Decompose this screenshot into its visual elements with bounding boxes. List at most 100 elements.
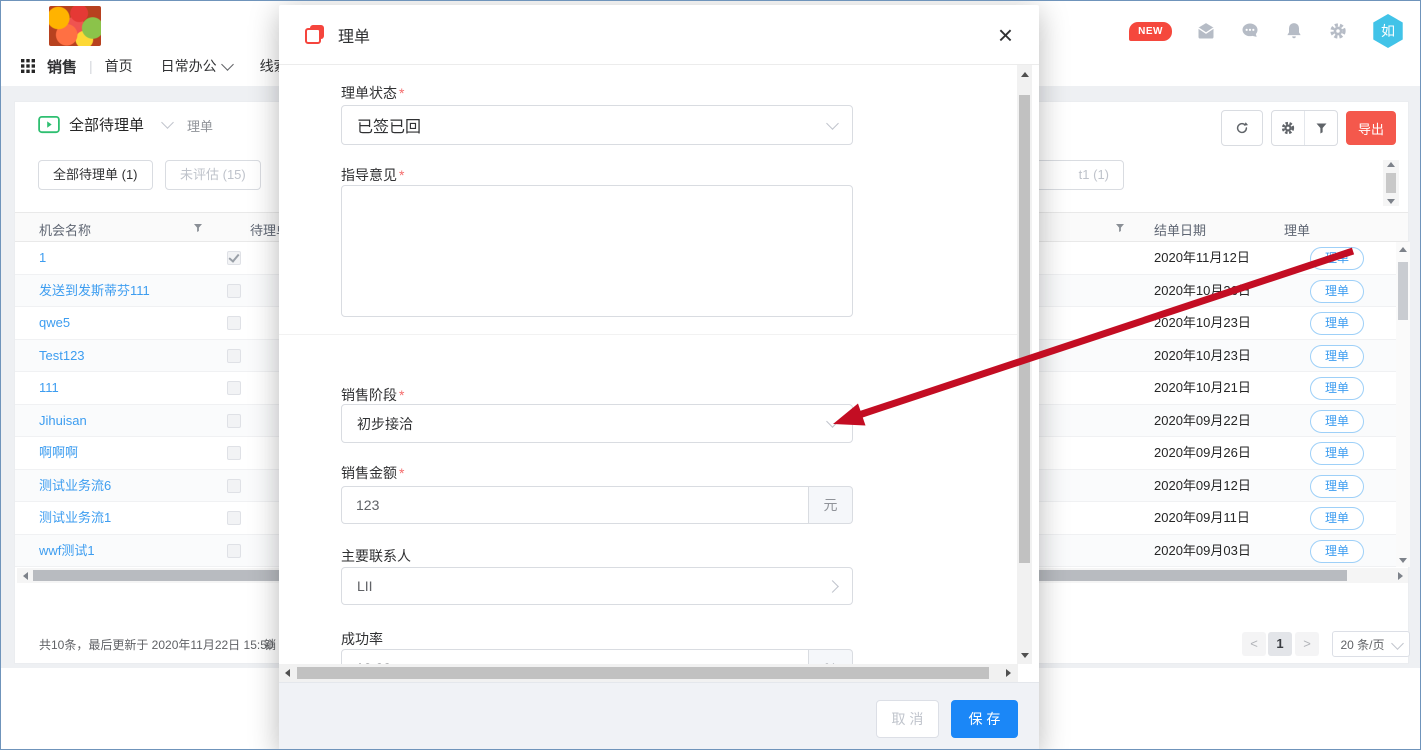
scrollbar-thumb[interactable] (1398, 262, 1408, 320)
opportunity-name-link[interactable]: 测试业务流1 (39, 502, 111, 533)
liduan-action-button[interactable]: 理单 (1310, 475, 1364, 498)
close-icon[interactable]: × (998, 25, 1013, 45)
page-size-select[interactable]: 20 条/页 (1332, 631, 1410, 657)
liduan-action-button[interactable]: 理单 (1310, 540, 1364, 563)
page-current[interactable]: 1 (1268, 632, 1292, 656)
opportunity-name-link[interactable]: 测试业务流6 (39, 470, 111, 501)
liduan-action-button[interactable]: 理单 (1310, 247, 1364, 270)
pending-checkbox[interactable] (227, 251, 241, 265)
column-header-action[interactable]: 理单 (1284, 220, 1310, 239)
page-prev-button[interactable]: < (1242, 632, 1266, 656)
scroll-right-icon[interactable] (1398, 572, 1403, 580)
view-title[interactable]: 全部待理单 (69, 114, 144, 135)
opportunity-name-link[interactable]: wwf测试1 (39, 535, 95, 566)
date-filter-funnel-icon[interactable] (1114, 222, 1126, 234)
close-date-cell: 2020年09月22日 (1154, 405, 1251, 436)
liduan-action-button[interactable]: 理单 (1310, 345, 1364, 368)
nav-item-daily-work[interactable]: 日常办公 (161, 56, 232, 76)
pending-checkbox[interactable] (227, 381, 241, 395)
pending-checkbox[interactable] (227, 511, 241, 525)
liduan-action-button[interactable]: 理单 (1310, 410, 1364, 433)
status-select[interactable]: 已签已回 (341, 105, 853, 145)
scroll-left-icon[interactable] (23, 572, 28, 580)
chat-icon[interactable] (1240, 21, 1260, 41)
filter-funnel-icon (1314, 121, 1329, 136)
view-tag-label: 理单 (187, 116, 213, 135)
success-rate-clip: % (279, 649, 1018, 664)
view-chevron-down-icon[interactable] (161, 116, 174, 129)
modal-horizontal-scrollbar[interactable] (279, 664, 1018, 682)
modal-title-icon (305, 25, 324, 44)
guidance-textarea[interactable] (341, 185, 853, 317)
filter-button[interactable] (1304, 111, 1337, 145)
amount-unit-addon: 元 (809, 486, 853, 524)
refresh-button[interactable] (1221, 110, 1263, 146)
export-button[interactable]: 导出 (1346, 111, 1396, 145)
tab-unevaluated[interactable]: 未评估 (15) (165, 160, 261, 190)
scroll-down-icon[interactable] (1387, 199, 1395, 204)
opportunity-name-link[interactable]: 1 (39, 242, 46, 273)
bell-icon[interactable] (1284, 21, 1304, 41)
opportunity-name-link[interactable]: Jihuisan (39, 405, 87, 436)
liduan-action-button[interactable]: 理单 (1310, 442, 1364, 465)
liduan-action-button[interactable]: 理单 (1310, 377, 1364, 400)
pending-checkbox[interactable] (227, 349, 241, 363)
refresh-icon (1234, 120, 1250, 136)
opportunity-name-link[interactable]: 111 (39, 372, 59, 403)
app-logo[interactable] (49, 6, 101, 46)
page-next-button[interactable]: > (1295, 632, 1319, 656)
modal-vertical-scrollbar[interactable] (1017, 65, 1032, 664)
scroll-up-icon[interactable] (1021, 72, 1029, 77)
gear-icon[interactable] (1328, 21, 1348, 41)
opportunity-name-link[interactable]: 啊啊啊 (39, 437, 78, 468)
liduan-action-button[interactable]: 理单 (1310, 312, 1364, 335)
tabs-scrollbar[interactable] (1383, 160, 1399, 206)
liduan-action-button[interactable]: 理单 (1310, 507, 1364, 530)
field-label-contact: 主要联系人 (341, 546, 411, 566)
scrollbar-thumb[interactable] (1019, 95, 1030, 563)
tab-all-pending[interactable]: 全部待理单 (1) (38, 160, 153, 190)
save-button[interactable]: 保 存 (951, 700, 1018, 738)
opportunity-name-link[interactable]: qwe5 (39, 307, 70, 338)
column-header-name[interactable]: 机会名称 (39, 220, 91, 239)
opportunity-name-link[interactable]: Test123 (39, 340, 85, 371)
pending-checkbox[interactable] (227, 446, 241, 460)
scroll-down-icon[interactable] (1021, 653, 1029, 658)
modal-footer: 取 消 保 存 (279, 682, 1039, 750)
table-toolbar: 导出 (1221, 110, 1396, 146)
pending-checkbox[interactable] (227, 284, 241, 298)
nav-item-home[interactable]: 首页 (105, 56, 133, 76)
chevron-down-icon (1391, 637, 1404, 650)
column-settings-button[interactable] (1272, 111, 1304, 145)
pending-checkbox[interactable] (227, 479, 241, 493)
opportunity-name-link[interactable]: 发送到发斯蒂芬111 (39, 275, 150, 306)
column-header-close-date[interactable]: 结单日期 (1154, 220, 1206, 239)
scroll-right-icon[interactable] (1006, 669, 1011, 677)
cancel-button[interactable]: 取 消 (876, 700, 939, 738)
success-rate-input[interactable] (341, 649, 809, 664)
mail-icon[interactable] (1196, 21, 1216, 41)
table-vertical-scrollbar[interactable] (1396, 242, 1410, 567)
apps-grid-icon[interactable] (21, 59, 35, 73)
chevron-down-icon (826, 117, 839, 130)
new-badge[interactable]: NEW (1129, 22, 1172, 41)
pending-checkbox[interactable] (227, 544, 241, 558)
modal-body: 理单状态* 已签已回 指导意见* 销售阶段* 初步接洽 销售金额* 元 (279, 65, 1018, 664)
amount-input[interactable] (341, 486, 809, 524)
stage-select[interactable]: 初步接洽 (341, 404, 853, 443)
avatar[interactable]: 如 (1372, 14, 1404, 48)
scroll-down-icon[interactable] (1399, 558, 1407, 563)
scroll-up-icon[interactable] (1399, 247, 1407, 252)
chevron-right-icon (826, 580, 839, 593)
contact-picker[interactable]: LII (341, 567, 853, 605)
pending-checkbox[interactable] (227, 316, 241, 330)
app-root: 销售 | 首页 日常办公 线索 NEW 如 (0, 0, 1421, 750)
main-nav: 销售 | 首页 日常办公 线索 (21, 46, 316, 86)
liduan-action-button[interactable]: 理单 (1310, 280, 1364, 303)
pending-checkbox[interactable] (227, 414, 241, 428)
scroll-left-icon[interactable] (285, 669, 290, 677)
scrollbar-thumb[interactable] (1386, 173, 1396, 193)
scroll-up-icon[interactable] (1387, 162, 1395, 167)
scrollbar-thumb[interactable] (297, 667, 989, 679)
name-filter-funnel-icon[interactable] (192, 222, 204, 234)
